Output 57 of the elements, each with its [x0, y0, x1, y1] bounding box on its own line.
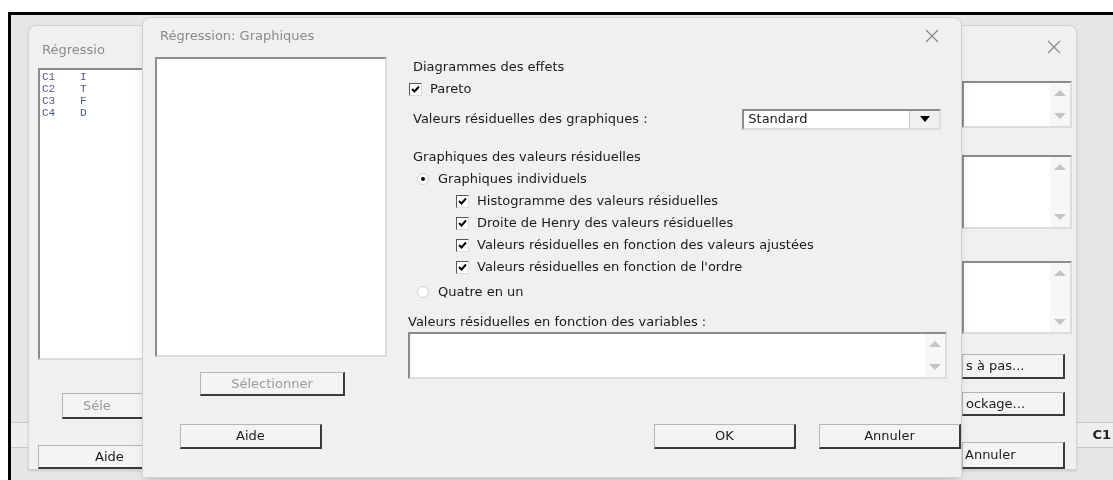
checkbox-label: Valeurs résiduelles en fonction de l'ordre	[477, 258, 743, 277]
field-label: Valeurs résiduelles en fonction des variables :	[408, 313, 708, 331]
list-box[interactable]	[962, 81, 1072, 129]
section-heading: Graphiques des valeurs résiduelles	[413, 148, 642, 166]
button[interactable]: s à pas...	[962, 354, 1065, 379]
scroll-down-icon	[1053, 213, 1067, 222]
scroll-down-icon	[1053, 318, 1067, 327]
dialog-title: Régressio	[41, 41, 106, 59]
scroll-up-icon	[1053, 163, 1067, 172]
checkbox[interactable]	[456, 238, 469, 252]
list-item[interactable]: C2	[42, 82, 80, 95]
dialog-title: Régression: Graphiques	[160, 27, 315, 46]
checkbox[interactable]	[409, 82, 422, 96]
close-icon	[924, 28, 940, 44]
check-icon	[458, 241, 467, 249]
radio-button[interactable]	[417, 173, 429, 185]
checkbox-label: Valeurs résiduelles en fonction des valeurs ajustées	[477, 236, 814, 255]
button[interactable]: Annuler	[819, 424, 961, 449]
checkbox-label: Pareto	[430, 80, 472, 99]
checkbox-label: Histogramme des valeurs résiduelles	[477, 192, 719, 211]
check-icon	[411, 85, 420, 93]
check-icon	[458, 219, 467, 227]
list-item[interactable]: C3	[42, 94, 80, 107]
list-box[interactable]	[408, 332, 947, 379]
checkbox[interactable]	[456, 194, 469, 208]
list-box[interactable]	[962, 261, 1072, 335]
scroll-down-icon	[1053, 112, 1067, 121]
button[interactable]: Aide	[180, 424, 322, 449]
checkbox-label: Droite de Henry des valeurs résiduelles	[477, 214, 734, 233]
check-icon	[458, 263, 467, 271]
list-box[interactable]	[962, 155, 1072, 230]
button[interactable]: OK	[654, 424, 796, 449]
column-header: C1	[1092, 426, 1111, 445]
dropdown[interactable]: Standard	[742, 108, 941, 130]
checkbox[interactable]	[456, 216, 469, 230]
section-heading: Diagrammes des effets	[413, 58, 566, 76]
list-item[interactable]: D	[80, 106, 87, 119]
list-item[interactable]: F	[80, 94, 87, 107]
radio-label: Quatre en un	[438, 283, 524, 302]
dropdown-arrow-icon	[919, 116, 930, 122]
field-label: Valeurs résiduelles des graphiques :	[413, 110, 649, 129]
radio-label: Graphiques individuels	[438, 170, 587, 189]
list-item[interactable]: C4	[42, 106, 80, 119]
list-item[interactable]: I	[80, 70, 87, 83]
checkbox[interactable]	[456, 260, 469, 274]
list-item[interactable]: T	[80, 82, 87, 95]
radio-button[interactable]	[417, 286, 429, 298]
scroll-up-icon	[1053, 269, 1067, 278]
scroll-up-icon	[928, 340, 942, 348]
list-item[interactable]: C1	[42, 70, 80, 83]
close-icon	[1046, 39, 1062, 55]
check-icon	[458, 197, 467, 205]
button[interactable]: ockage...	[962, 391, 1065, 417]
scroll-down-icon	[928, 363, 942, 371]
scroll-up-icon	[1053, 89, 1067, 97]
button[interactable]: Annuler	[962, 442, 1065, 469]
variable-list[interactable]: C1 I C2 T C3 F C4 D	[38, 67, 145, 360]
